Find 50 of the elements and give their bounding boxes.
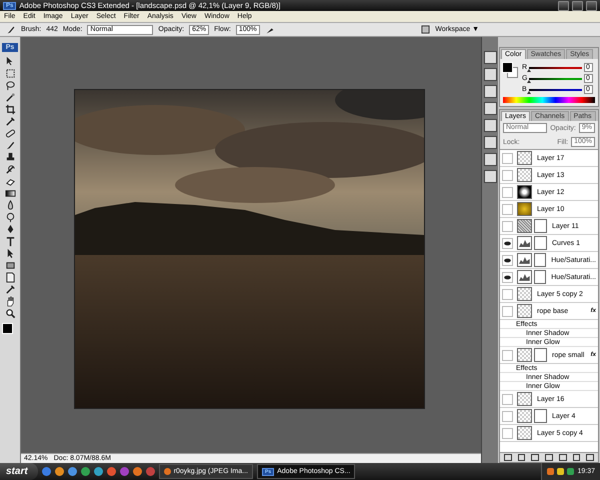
dropper-tool-icon[interactable] [4,284,16,295]
color-spectrum[interactable] [503,97,595,103]
dodge-tool-icon[interactable] [4,212,16,223]
panel-icon[interactable] [484,51,496,64]
panel-icon[interactable] [484,170,496,183]
transparent-thumbnail [517,304,532,318]
slider-thumb[interactable] [527,68,531,72]
slider-thumb[interactable] [527,80,531,82]
start-button[interactable]: start [0,463,38,480]
panel-icon[interactable] [484,102,496,115]
minimize-button[interactable] [558,0,569,10]
crop-tool-icon[interactable] [4,104,16,115]
transparent-thumbnail [517,287,532,301]
transparent-thumbnail [517,168,532,182]
gradient-tool-icon[interactable] [4,188,16,199]
eye-icon[interactable] [502,272,513,282]
transparent-thumbnail [517,409,532,423]
panel-icon[interactable] [484,136,496,149]
heal-tool-icon[interactable] [4,128,16,139]
palette-icon[interactable] [421,25,430,34]
stamp-tool-icon[interactable] [4,152,16,163]
histogram-icon [517,236,532,250]
hand-tool-icon[interactable] [4,296,16,307]
brush-tool-icon[interactable] [4,140,16,151]
panel-icon[interactable] [484,68,496,81]
dropper-tool-icon[interactable] [4,116,16,127]
slider-thumb[interactable] [527,90,531,94]
histogram-icon [516,270,532,284]
transparent-thumbnail [517,392,532,406]
shape-tool-icon[interactable] [4,260,16,271]
close-button[interactable] [586,0,597,10]
marquee-tool-icon[interactable] [4,68,16,79]
panel-icon[interactable] [484,153,496,166]
histogram-icon [516,253,532,267]
layer-thumbnail [517,185,532,199]
layer-thumbnail [517,202,532,216]
lasso-tool-icon[interactable] [4,80,16,91]
wand-tool-icon[interactable] [4,92,16,103]
eye-icon[interactable] [502,254,513,266]
panel-icon[interactable] [484,119,496,132]
layer-thumbnail [517,219,532,233]
type-tool-icon[interactable] [4,236,16,247]
transparent-thumbnail [517,348,532,362]
notes-tool-icon[interactable] [4,272,16,283]
panel-icon[interactable] [484,85,496,98]
history-tool-icon[interactable] [4,164,16,175]
zoom-tool-icon[interactable] [4,308,16,319]
eye-icon[interactable] [502,238,513,248]
restore-button[interactable] [572,0,583,10]
transparent-thumbnail [517,426,532,440]
